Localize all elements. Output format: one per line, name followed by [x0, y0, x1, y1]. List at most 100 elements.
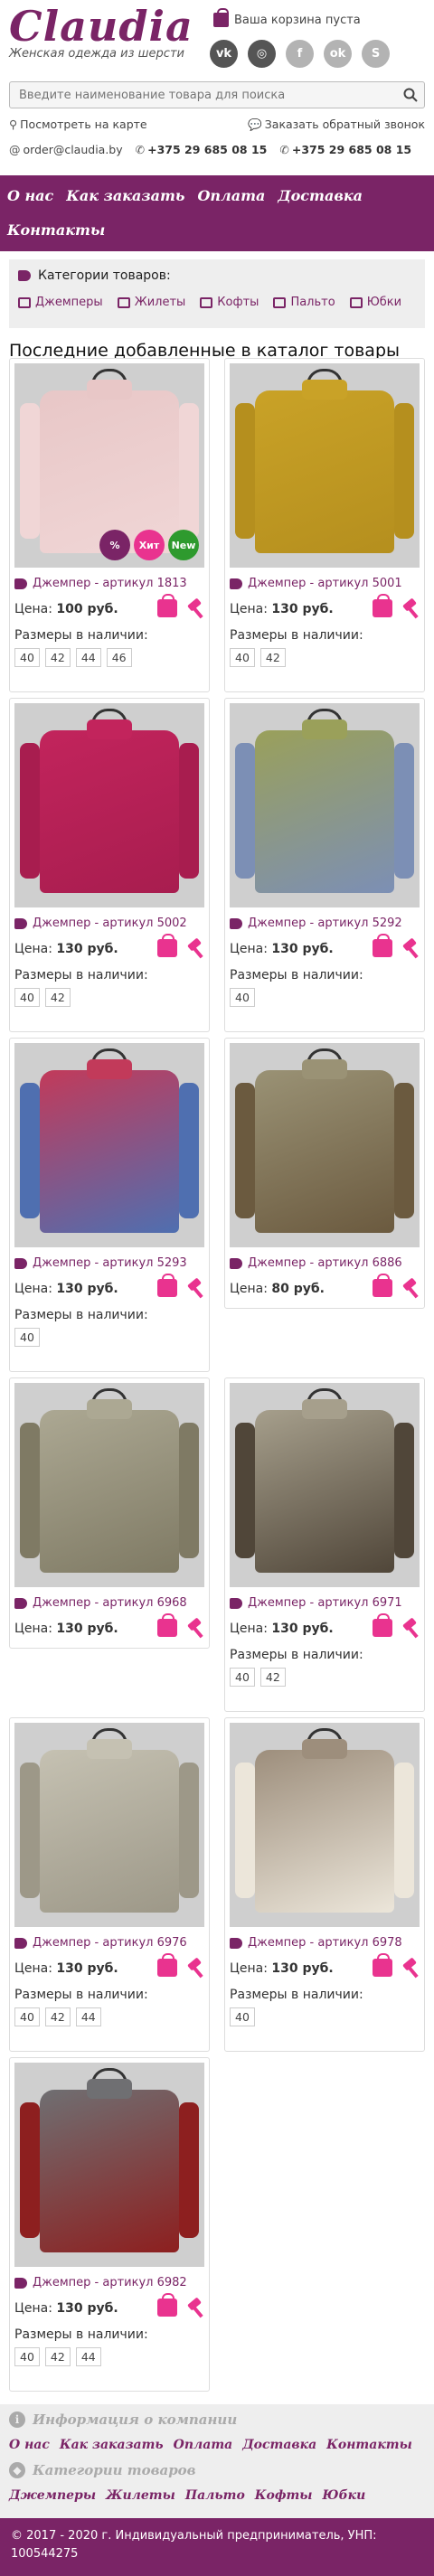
email-link[interactable]: @ order@claudia.by	[9, 143, 123, 156]
category-coats[interactable]: Пальто	[273, 296, 335, 309]
size-option[interactable]: 44	[75, 648, 101, 667]
product-title[interactable]: Джемпер - артикул 5292	[230, 917, 420, 930]
product-card[interactable]: Джемпер - артикул 6971 Цена: 130 руб. Разм…	[224, 1377, 425, 1712]
product-photo[interactable]	[14, 1043, 204, 1247]
size-option[interactable]: 40	[230, 2007, 255, 2026]
size-option[interactable]: 40	[14, 648, 40, 667]
instagram-icon[interactable]: ◎	[248, 40, 276, 68]
product-photo[interactable]	[14, 703, 204, 907]
product-photo[interactable]	[230, 363, 420, 568]
product-card[interactable]: Джемпер - артикул 5002 Цена: 130 руб. Разм…	[9, 698, 210, 1032]
quick-order-icon[interactable]	[184, 599, 204, 619]
vk-icon[interactable]: vk	[210, 40, 238, 68]
quick-order-icon[interactable]	[184, 1619, 204, 1639]
size-option[interactable]: 46	[106, 648, 132, 667]
nav-delivery[interactable]: Доставка	[278, 179, 363, 213]
product-photo[interactable]	[230, 1383, 420, 1587]
size-option[interactable]: 40	[14, 988, 40, 1007]
product-photo[interactable]	[230, 703, 420, 907]
product-photo[interactable]	[230, 1043, 420, 1247]
category-skirts[interactable]: Юбки	[349, 296, 401, 309]
add-to-cart-icon[interactable]	[157, 934, 177, 957]
size-option[interactable]: 40	[14, 2007, 40, 2026]
size-option[interactable]: 42	[44, 2007, 71, 2026]
skype-icon[interactable]: S	[362, 40, 390, 68]
quick-order-icon[interactable]	[400, 1619, 420, 1639]
product-card[interactable]: Джемпер - артикул 5292 Цена: 130 руб. Разм…	[224, 698, 425, 1032]
quick-order-icon[interactable]	[400, 599, 420, 619]
product-title[interactable]: Джемпер - артикул 6971	[230, 1596, 420, 1610]
product-photo[interactable]: % Хит New	[14, 363, 204, 568]
footer-cat-cardigans[interactable]: Кофты	[255, 2488, 313, 2503]
product-card[interactable]: Джемпер - артикул 6968 Цена: 130 руб.	[9, 1377, 210, 1649]
footer-link-delivery[interactable]: Доставка	[242, 2438, 316, 2452]
footer-cat-vests[interactable]: Жилеты	[106, 2488, 175, 2503]
add-to-cart-icon[interactable]	[373, 594, 392, 617]
add-to-cart-icon[interactable]	[373, 934, 392, 957]
product-title[interactable]: Джемпер - артикул 5002	[14, 917, 204, 930]
footer-link-payment[interactable]: Оплата	[174, 2438, 233, 2452]
category-cardigans[interactable]: Кофты	[200, 296, 259, 309]
quick-order-icon[interactable]	[400, 939, 420, 959]
size-option[interactable]: 42	[259, 1668, 286, 1687]
map-link[interactable]: ⚲ Посмотреть на карте	[9, 118, 147, 132]
quick-order-icon[interactable]	[400, 1959, 420, 1979]
add-to-cart-icon[interactable]	[157, 1613, 177, 1637]
product-card[interactable]: % Хит New Джемпер - артикул 1813 Цена: 100 р…	[9, 358, 210, 692]
nav-how-to-order[interactable]: Как заказать	[66, 179, 184, 213]
footer-cat-coats[interactable]: Пальто	[185, 2488, 245, 2503]
size-option[interactable]: 44	[75, 2007, 101, 2026]
footer-link-about[interactable]: О нас	[9, 2438, 50, 2452]
add-to-cart-icon[interactable]	[373, 1953, 392, 1977]
add-to-cart-icon[interactable]	[157, 2293, 177, 2317]
size-option[interactable]: 42	[259, 648, 286, 667]
nav-contacts[interactable]: Контакты	[7, 213, 105, 248]
facebook-icon[interactable]: f	[286, 40, 314, 68]
odnoklassniki-icon[interactable]: ok	[324, 40, 352, 68]
product-card[interactable]: Джемпер - артикул 6978 Цена: 130 руб. Разм…	[224, 1717, 425, 2052]
size-option[interactable]: 40	[230, 648, 255, 667]
quick-order-icon[interactable]	[184, 1279, 204, 1299]
product-title[interactable]: Джемпер - артикул 5293	[14, 1256, 204, 1270]
size-option[interactable]: 42	[44, 648, 71, 667]
product-photo[interactable]	[14, 1723, 204, 1927]
product-card[interactable]: Джемпер - артикул 5001 Цена: 130 руб. Разм…	[224, 358, 425, 692]
size-option[interactable]: 40	[14, 2347, 40, 2366]
nav-about[interactable]: О нас	[7, 179, 53, 213]
footer-link-contacts[interactable]: Контакты	[326, 2438, 412, 2452]
product-title[interactable]: Джемпер - артикул 5001	[230, 577, 420, 590]
product-card[interactable]: Джемпер - артикул 6982 Цена: 130 руб. Разм…	[9, 2057, 210, 2392]
add-to-cart-icon[interactable]	[157, 1274, 177, 1297]
size-option[interactable]: 40	[14, 1328, 40, 1347]
quick-order-icon[interactable]	[184, 2299, 204, 2318]
category-vests[interactable]: Жилеты	[117, 296, 185, 309]
add-to-cart-icon[interactable]	[157, 1953, 177, 1977]
search-button[interactable]	[397, 82, 424, 108]
footer-cat-skirts[interactable]: Юбки	[323, 2488, 366, 2503]
footer-link-how-to-order[interactable]: Как заказать	[60, 2438, 164, 2452]
add-to-cart-icon[interactable]	[373, 1613, 392, 1637]
size-option[interactable]: 40	[230, 1668, 255, 1687]
phone-link-2[interactable]: ✆ +375 29 685 08 15	[279, 143, 411, 156]
product-title[interactable]: Джемпер - артикул 1813	[14, 577, 204, 590]
product-title[interactable]: Джемпер - артикул 6982	[14, 2276, 204, 2289]
product-title[interactable]: Джемпер - артикул 6976	[14, 1936, 204, 1950]
product-title[interactable]: Джемпер - артикул 6978	[230, 1936, 420, 1950]
product-card[interactable]: Джемпер - артикул 5293 Цена: 130 руб. Разм…	[9, 1038, 210, 1372]
search-input[interactable]	[10, 88, 397, 102]
product-card[interactable]: Джемпер - артикул 6886 Цена: 80 руб.	[224, 1038, 425, 1309]
product-photo[interactable]	[14, 2063, 204, 2267]
quick-order-icon[interactable]	[184, 939, 204, 959]
product-title[interactable]: Джемпер - артикул 6968	[14, 1596, 204, 1610]
product-card[interactable]: Джемпер - артикул 6976 Цена: 130 руб. Разм…	[9, 1717, 210, 2052]
product-photo[interactable]	[230, 1723, 420, 1927]
size-option[interactable]: 42	[44, 988, 71, 1007]
quick-order-icon[interactable]	[184, 1959, 204, 1979]
product-title[interactable]: Джемпер - артикул 6886	[230, 1256, 420, 1270]
size-option[interactable]: 40	[230, 988, 255, 1007]
size-option[interactable]: 44	[75, 2347, 101, 2366]
callback-link[interactable]: 💬 Заказать обратный звонок	[248, 118, 425, 132]
phone-link-1[interactable]: ✆ +375 29 685 08 15	[136, 143, 268, 156]
add-to-cart-icon[interactable]	[373, 1274, 392, 1297]
category-jumpers[interactable]: Джемперы	[18, 296, 103, 309]
